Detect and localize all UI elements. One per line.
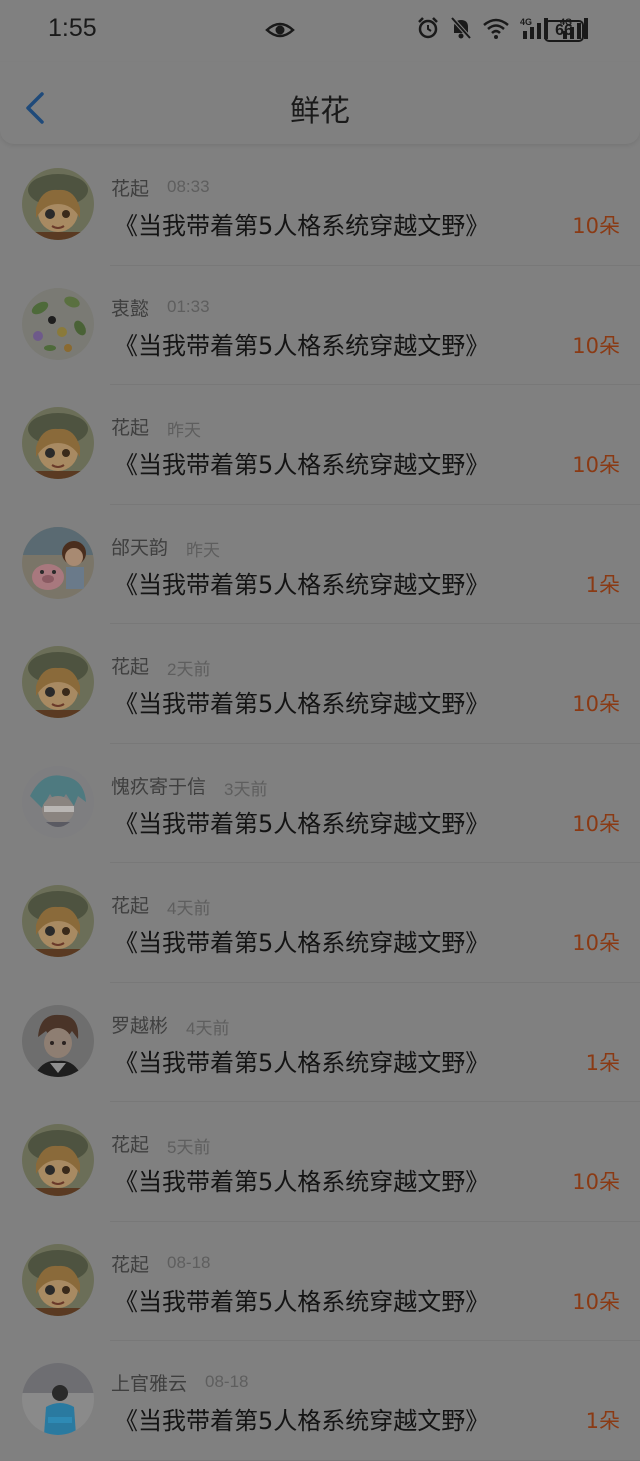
flower-count: 10朵 — [572, 453, 620, 477]
timestamp: 3天前 — [224, 779, 268, 799]
username[interactable]: 愧疚寄于信 — [111, 772, 206, 799]
page-title: 鲜花 — [290, 94, 350, 129]
username[interactable]: 花起 — [111, 891, 149, 918]
flower-count: 10朵 — [572, 214, 620, 238]
flower-count: 10朵 — [572, 931, 620, 955]
avatar-anime-girl-hat[interactable] — [22, 407, 94, 479]
list-item[interactable]: 罗越彬 4天前 《当我带着第5人格系统穿越文野》 1朵 — [0, 983, 640, 1103]
flower-count: 10朵 — [572, 692, 620, 716]
username[interactable]: 花起 — [111, 174, 149, 201]
avatar-flowers-leaves[interactable] — [22, 287, 94, 360]
flower-count: 10朵 — [572, 811, 620, 836]
list-item[interactable]: 愧疚寄于信 3天前 《当我带着第5人格系统穿越文野》 10朵 — [0, 744, 640, 864]
avatar-anime-girl-hat[interactable] — [22, 885, 94, 957]
username[interactable]: 花起 — [111, 1250, 149, 1277]
timestamp: 08:33 — [167, 177, 210, 196]
avatar-anime-brown-hair-boy[interactable] — [22, 1004, 94, 1077]
book-title: 《当我带着第5人格系统穿越文野》 — [114, 690, 490, 718]
alarm-icon — [418, 17, 438, 39]
nav-bar: 鲜花 — [0, 62, 640, 144]
username[interactable]: 邰天韵 — [111, 533, 168, 560]
book-title: 《当我带着第5人格系统穿越文野》 — [114, 1168, 490, 1196]
eye-icon — [265, 22, 295, 38]
timestamp: 5天前 — [167, 1138, 211, 1157]
list-item[interactable]: 花起 2天前 《当我带着第5人格系统穿越文野》 10朵 — [0, 624, 640, 744]
list-item[interactable]: 上官雅云 08-18 《当我带着第5人格系统穿越文野》 1朵 — [0, 1341, 640, 1461]
book-title: 《当我带着第5人格系统穿越文野》 — [114, 331, 490, 360]
flower-count: 10朵 — [572, 1289, 620, 1314]
book-title: 《当我带着第5人格系统穿越文野》 — [114, 451, 490, 479]
avatar-photo-person-blue[interactable] — [22, 1363, 94, 1435]
username[interactable]: 罗越彬 — [111, 1011, 168, 1038]
username[interactable]: 花起 — [111, 652, 149, 679]
timestamp: 昨天 — [186, 540, 221, 560]
list-item[interactable]: 花起 08:33 《当我带着第5人格系统穿越文野》 10朵 — [0, 146, 640, 266]
flower-count: 1朵 — [585, 1409, 620, 1433]
flower-count: 1朵 — [585, 1050, 620, 1075]
username[interactable]: 上官雅云 — [111, 1369, 187, 1396]
avatar-anime-girl-hat[interactable] — [22, 646, 94, 718]
username[interactable]: 花起 — [111, 413, 149, 440]
list-item[interactable]: 花起 5天前 《当我带着第5人格系统穿越文野》 10朵 — [0, 1102, 640, 1222]
wifi-icon — [483, 18, 509, 39]
timestamp: 08-18 — [205, 1372, 249, 1391]
timestamp: 2天前 — [167, 660, 211, 679]
avatar-anime-blue-hair[interactable] — [22, 765, 94, 838]
list-item[interactable]: 花起 08-18 《当我带着第5人格系统穿越文野》 10朵 — [0, 1222, 640, 1342]
username[interactable]: 花起 — [111, 1130, 149, 1157]
timestamp: 4天前 — [167, 899, 211, 918]
book-title: 《当我带着第5人格系统穿越文野》 — [114, 1287, 490, 1316]
book-title: 《当我带着第5人格系统穿越文野》 — [114, 929, 490, 957]
book-title: 《当我带着第5人格系统穿越文野》 — [114, 809, 490, 838]
flower-count: 10朵 — [572, 333, 620, 358]
timestamp: 4天前 — [186, 1018, 230, 1038]
book-title: 《当我带着第5人格系统穿越文野》 — [114, 570, 490, 599]
flower-count: 10朵 — [572, 1170, 620, 1194]
status-time: 1:55 — [48, 14, 97, 42]
timestamp: 01:33 — [167, 296, 210, 316]
book-title: 《当我带着第5人格系统穿越文野》 — [114, 1407, 490, 1435]
list-item[interactable]: 衷懿 01:33 《当我带着第5人格系统穿越文野》 10朵 — [0, 266, 640, 386]
book-title: 《当我带着第5人格系统穿越文野》 — [114, 212, 490, 240]
svg-text:4G: 4G — [520, 17, 532, 27]
username[interactable]: 衷懿 — [111, 294, 149, 321]
list-item[interactable]: 花起 4天前 《当我带着第5人格系统穿越文野》 10朵 — [0, 863, 640, 983]
list-item[interactable]: 邰天韵 昨天 《当我带着第5人格系统穿越文野》 1朵 — [0, 505, 640, 625]
list-item[interactable]: 花起 昨天 《当我带着第5人格系统穿越文野》 10朵 — [0, 385, 640, 505]
avatar-cartoon-pig-boy[interactable] — [22, 526, 94, 599]
book-title: 《当我带着第5人格系统穿越文野》 — [114, 1048, 490, 1077]
timestamp: 08-18 — [167, 1252, 211, 1272]
avatar-anime-girl-hat[interactable] — [22, 168, 94, 240]
flower-count: 1朵 — [585, 572, 620, 597]
avatar-anime-girl-hat[interactable] — [22, 1124, 94, 1196]
timestamp: 昨天 — [167, 421, 202, 440]
battery-indicator: 66 — [544, 20, 588, 42]
flower-list: 花起 08:33 《当我带着第5人格系统穿越文野》 10朵 衷懿 01:33 《… — [0, 146, 640, 1461]
mute-bell-icon — [450, 16, 472, 40]
avatar-anime-girl-hat[interactable] — [22, 1243, 94, 1316]
status-bar: 1:55 4G 4G 66 — [0, 0, 640, 62]
